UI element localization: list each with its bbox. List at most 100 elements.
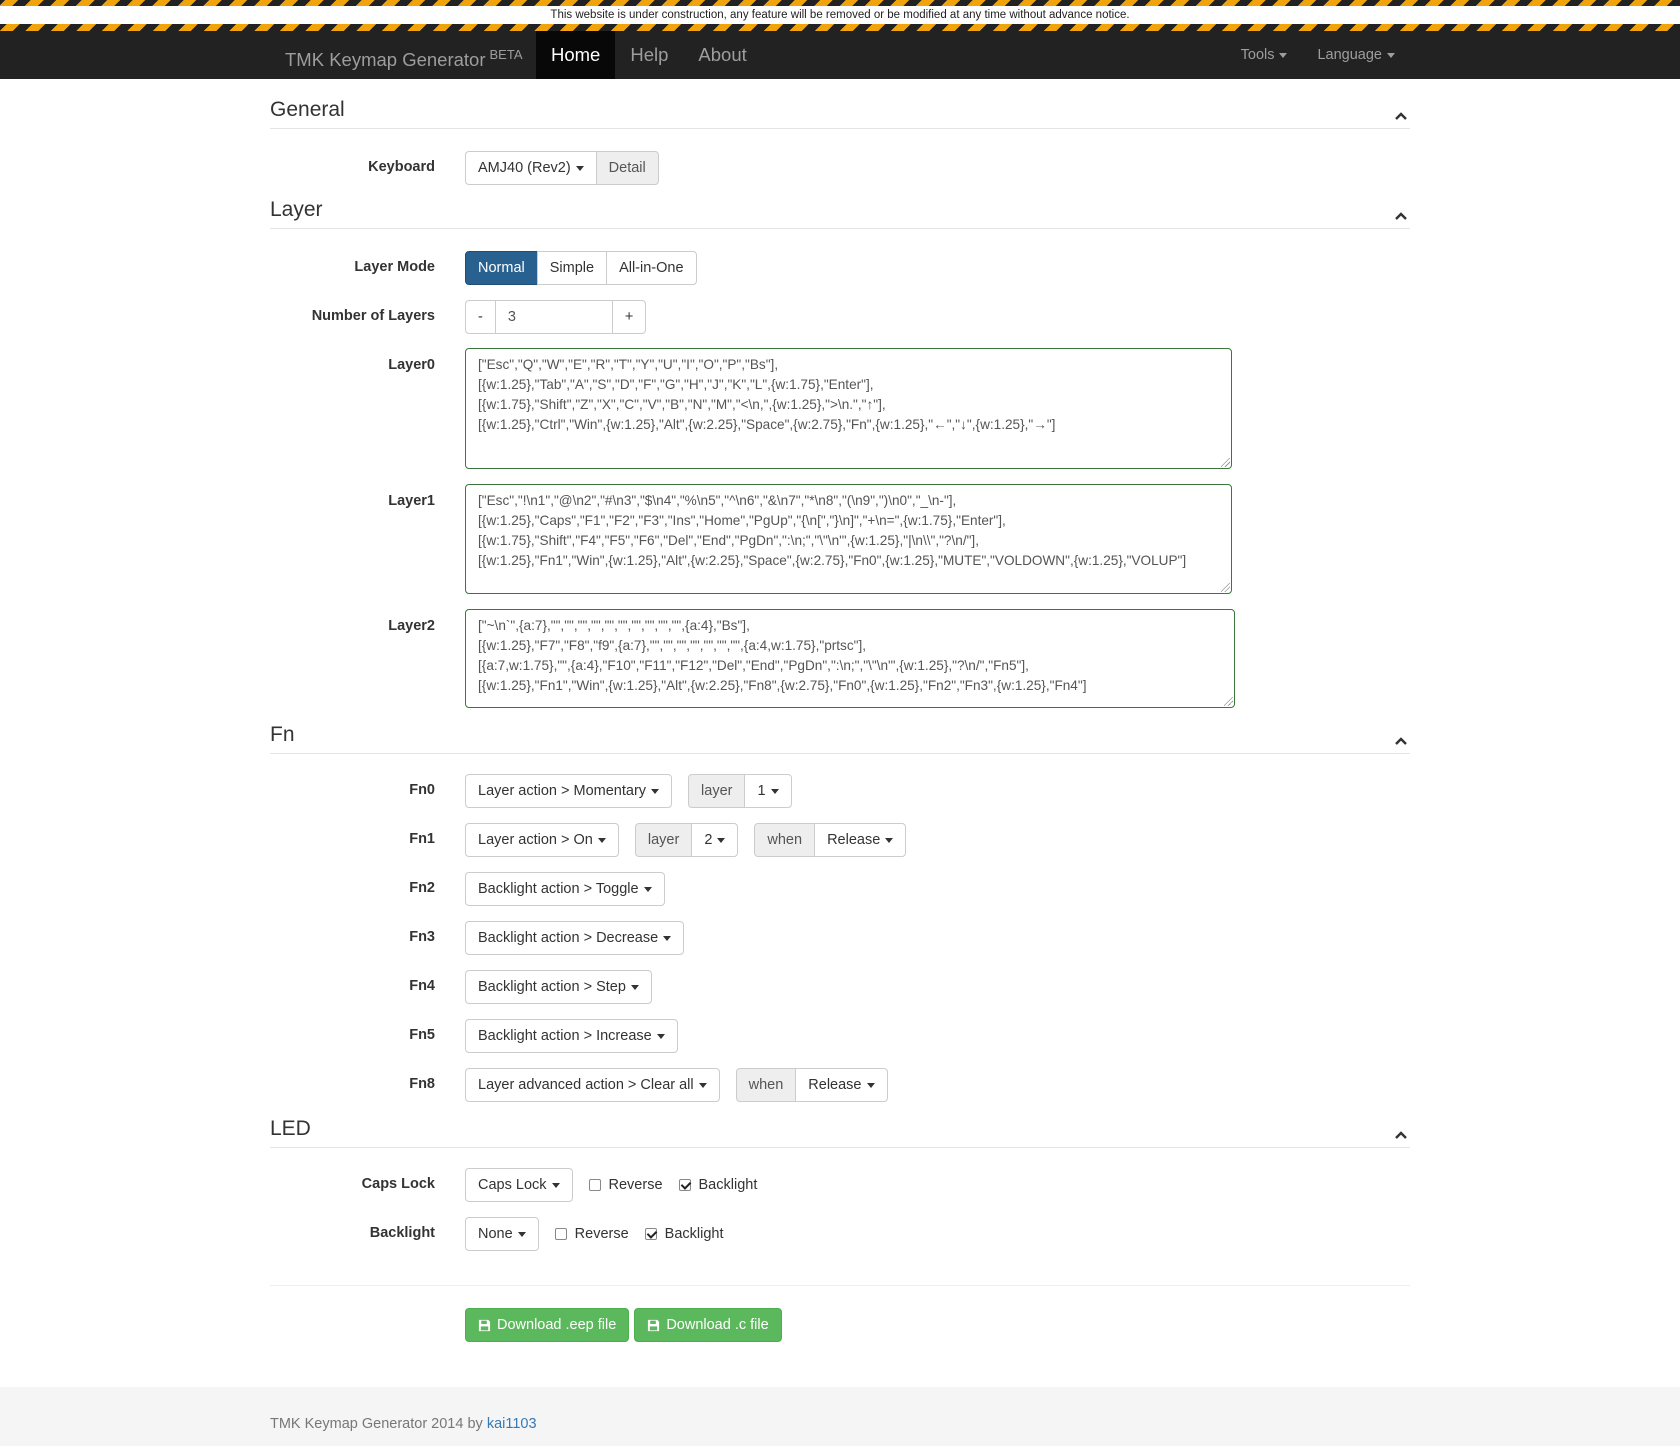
layer0-textarea[interactable]: ["Esc","Q","W","E","R","T","Y","U","I","…: [465, 348, 1232, 469]
backlight-row-label: Backlight: [369, 1225, 435, 1241]
nav-help[interactable]: Help: [615, 31, 683, 79]
fn0-action-value: Layer action > Momentary: [478, 783, 647, 799]
beta-badge: BETA: [489, 47, 523, 62]
fn1-layer-select[interactable]: 2: [691, 823, 739, 857]
chevron-up-icon[interactable]: [1394, 735, 1408, 747]
download-eep-button[interactable]: Download .eep file: [465, 1308, 630, 1342]
fn1-when-select[interactable]: Release: [814, 823, 907, 857]
caret-down-icon: [597, 837, 606, 843]
backlight-label: Backlight: [698, 1177, 758, 1193]
layer0-label: Layer0: [388, 357, 435, 373]
backlight-backlight-checkbox[interactable]: Backlight: [644, 1226, 724, 1242]
capslock-backlight-checkbox[interactable]: Backlight: [678, 1177, 758, 1193]
resize-grip-icon[interactable]: [1221, 583, 1230, 592]
language-label: Language: [1317, 47, 1382, 63]
decrement-layers-button[interactable]: -: [465, 300, 496, 334]
fn1-when-value: Release: [827, 832, 881, 848]
footer: TMK Keymap Generator 2014 by kai1103: [0, 1387, 1680, 1446]
fn2-action-select[interactable]: Backlight action > Toggle: [465, 872, 665, 906]
backlight-led-select[interactable]: None: [465, 1217, 539, 1251]
layer1-label: Layer1: [388, 493, 435, 509]
fn3-row: Fn3 Backlight action > Decrease: [270, 921, 1410, 955]
fn4-action-select[interactable]: Backlight action > Step: [465, 970, 652, 1004]
nav-about[interactable]: About: [683, 31, 761, 79]
layer2-textarea[interactable]: ["~\n`",{a:7},"","","","","","","","",""…: [465, 609, 1235, 708]
layer0-text: ["Esc","Q","W","E","R","T","Y","U","I","…: [478, 357, 1056, 432]
fn1-action-select[interactable]: Layer action > On: [465, 823, 619, 857]
fn1-when-addon: when: [754, 823, 816, 857]
fn8-when-value: Release: [808, 1077, 862, 1093]
chevron-up-icon[interactable]: [1394, 110, 1408, 122]
layer-count-row: Number of Layers - 3 +: [270, 300, 1410, 334]
caret-down-icon: [1387, 52, 1395, 58]
fn5-action-select[interactable]: Backlight action > Increase: [465, 1019, 678, 1053]
fn3-label: Fn3: [409, 929, 435, 945]
fn0-layer-value: 1: [757, 783, 766, 799]
divider: [270, 1285, 1410, 1286]
nav-home[interactable]: Home: [536, 31, 616, 79]
backlight-led-value: None: [478, 1226, 513, 1242]
brand[interactable]: TMK Keymap Generator BETA: [285, 31, 523, 79]
layer-mode-group: Normal Simple All-in-One: [465, 251, 697, 285]
fn1-action-value: Layer action > On: [478, 832, 593, 848]
tools-dropdown[interactable]: Tools: [1226, 31, 1303, 79]
fn0-action-select[interactable]: Layer action > Momentary: [465, 774, 673, 808]
backlight-reverse-checkbox[interactable]: Reverse: [554, 1226, 629, 1242]
floppy-disk-icon: [478, 1319, 491, 1331]
reverse-label: Reverse: [608, 1177, 663, 1193]
checkbox-checked-icon[interactable]: [678, 1179, 691, 1191]
fn1-layer-addon: layer: [634, 823, 693, 857]
layer-count-stepper: - 3 +: [465, 300, 647, 334]
fn8-action-select[interactable]: Layer advanced action > Clear all: [465, 1068, 720, 1102]
section-general[interactable]: General: [270, 79, 1410, 129]
led-backlight-row: Backlight None Reverse Backlight: [270, 1217, 1410, 1251]
fn4-row: Fn4 Backlight action > Step: [270, 970, 1410, 1004]
section-led[interactable]: LED: [270, 1098, 1410, 1148]
section-fn[interactable]: Fn: [270, 704, 1410, 754]
fn4-label: Fn4: [409, 978, 435, 994]
mode-simple-button[interactable]: Simple: [536, 251, 608, 285]
caret-down-icon: [717, 837, 726, 843]
capslock-reverse-checkbox[interactable]: Reverse: [588, 1177, 663, 1193]
caret-down-icon: [630, 984, 639, 990]
fn0-layer-select[interactable]: 1: [744, 774, 792, 808]
main-nav: Home Help About: [536, 31, 762, 79]
fn0-row: Fn0 Layer action > Momentary layer 1: [270, 774, 1410, 808]
layer1-textarea[interactable]: ["Esc","!\n1","@\n2","#\n3","$\n4","%\n5…: [465, 484, 1232, 594]
checkbox-checked-icon[interactable]: [644, 1228, 657, 1240]
mode-all-in-one-button[interactable]: All-in-One: [606, 251, 697, 285]
mode-normal-button[interactable]: Normal: [465, 251, 538, 285]
chevron-up-icon[interactable]: [1394, 1129, 1408, 1141]
fn5-label: Fn5: [409, 1027, 435, 1043]
download-eep-label: Download .eep file: [497, 1317, 617, 1333]
capslock-led-select[interactable]: Caps Lock: [465, 1168, 573, 1202]
section-title-general: General: [270, 98, 345, 121]
layer1-text: ["Esc","!\n1","@\n2","#\n3","$\n4","%\n5…: [478, 493, 1187, 568]
checkbox-icon[interactable]: [554, 1228, 567, 1240]
section-title-layer: Layer: [270, 198, 323, 221]
fn8-when-addon: when: [735, 1068, 797, 1102]
resize-grip-icon[interactable]: [1221, 458, 1230, 467]
chevron-up-icon[interactable]: [1394, 210, 1408, 222]
download-c-button[interactable]: Download .c file: [634, 1308, 782, 1342]
fn0-label: Fn0: [409, 782, 435, 798]
fn3-action-select[interactable]: Backlight action > Decrease: [465, 921, 685, 955]
fn2-action-value: Backlight action > Toggle: [478, 881, 639, 897]
backlight-label: Backlight: [664, 1226, 724, 1242]
section-title-led: LED: [270, 1117, 311, 1140]
layer-mode-label: Layer Mode: [354, 259, 435, 275]
fn2-label: Fn2: [409, 880, 435, 896]
fn8-when-select[interactable]: Release: [795, 1068, 888, 1102]
caret-down-icon: [643, 886, 652, 892]
download-c-label: Download .c file: [666, 1317, 769, 1333]
author-link[interactable]: kai1103: [487, 1416, 537, 1432]
floppy-disk-icon: [648, 1319, 660, 1331]
section-layer[interactable]: Layer: [270, 179, 1410, 229]
fn3-action-value: Backlight action > Decrease: [478, 930, 659, 946]
reverse-label: Reverse: [574, 1226, 629, 1242]
layer-count-input[interactable]: 3: [494, 300, 613, 334]
checkbox-icon[interactable]: [588, 1179, 601, 1191]
language-dropdown[interactable]: Language: [1302, 31, 1410, 79]
increment-layers-button[interactable]: +: [611, 300, 647, 334]
construction-banner: This website is under construction, any …: [0, 0, 1680, 31]
